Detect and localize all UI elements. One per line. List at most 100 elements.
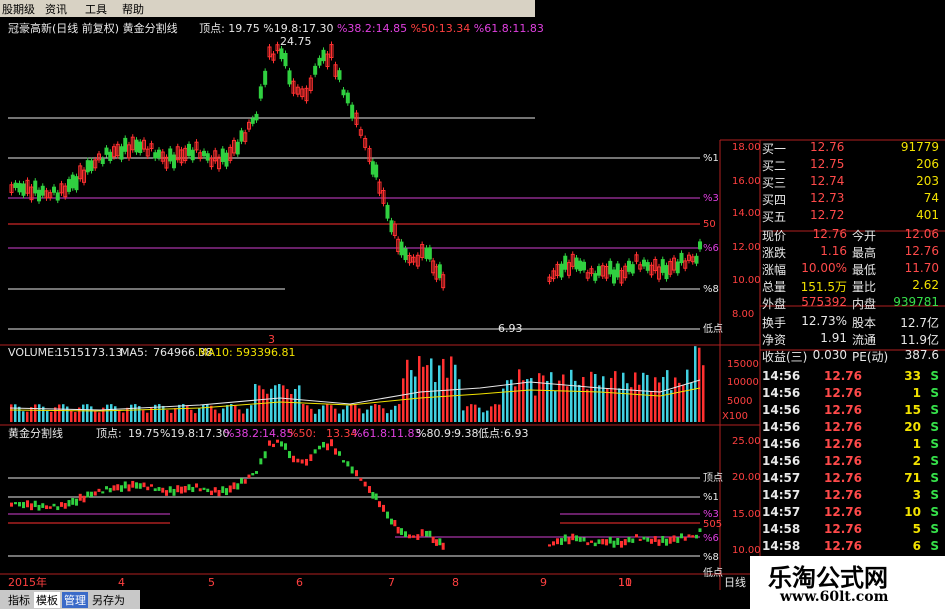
volume-bar: [246, 408, 249, 422]
volume-bar: [418, 356, 421, 422]
sub-candle-body: [374, 493, 378, 500]
main-right-mark: %8: [703, 284, 719, 295]
x-axis-label: 8: [452, 576, 459, 589]
tick-price: 12.76: [824, 539, 862, 553]
tick-row: 14:57 12.76 71 S: [760, 471, 945, 488]
tick-time: 14:57: [762, 488, 801, 502]
volume-bar: [30, 407, 33, 422]
volume-bar: [686, 369, 689, 422]
stat-value-2: 12.06: [904, 227, 939, 241]
sub-candle-body: [272, 443, 275, 448]
volume-bar: [438, 365, 441, 422]
volume-bar: [622, 372, 625, 422]
sub-candle-body: [608, 536, 612, 544]
tick-price: 12.76: [824, 471, 862, 485]
tab-indicator[interactable]: 指标: [8, 592, 30, 608]
candle-body: [220, 148, 225, 162]
low-price-label: 6.93: [498, 322, 523, 335]
sub-y-tick: 25.00: [732, 436, 761, 447]
main-right-mark: %6: [703, 243, 719, 254]
menu-item-info[interactable]: 资讯: [45, 1, 67, 17]
sub-candle-body: [612, 540, 616, 548]
candle-body: [85, 160, 90, 173]
volume-bar: [578, 384, 581, 422]
candle-body: [287, 70, 292, 85]
bid-price: 12.73: [810, 191, 845, 205]
volume-bar: [650, 391, 653, 422]
candle-body: [250, 118, 255, 124]
volume-bar: [62, 404, 65, 422]
tick-price: 12.76: [824, 505, 862, 519]
sub-level-value: 9.38: [454, 427, 479, 440]
sub-candle-body: [326, 443, 329, 451]
menu-item-help[interactable]: 帮助: [122, 1, 144, 17]
tick-volume: 2: [912, 454, 921, 468]
candle-body: [350, 104, 355, 119]
sub-y-tick: 15.00: [732, 509, 761, 520]
candle-body: [279, 48, 284, 60]
menu-item-tools[interactable]: 工具: [85, 1, 107, 17]
tick-price: 12.76: [824, 403, 862, 417]
volume-bar: [450, 356, 453, 422]
sub-candle-body: [400, 528, 403, 535]
sub-candle-body: [623, 539, 627, 546]
volume-bar: [74, 412, 77, 422]
sub-candle-body: [138, 483, 142, 489]
sub-candle-body: [142, 482, 146, 488]
sub-level-label: %50:: [288, 427, 316, 440]
sub-candle-body: [213, 487, 217, 493]
candle-body: [104, 147, 109, 155]
volume-bar: [234, 405, 237, 422]
tab-manage[interactable]: 管理: [62, 592, 88, 608]
volume-bar: [542, 375, 545, 422]
tab-save-as[interactable]: 另存为: [92, 592, 125, 608]
volume-bar: [310, 408, 313, 422]
volume-bar: [330, 405, 333, 422]
volume-bar: [290, 393, 293, 422]
tick-volume: 5: [912, 522, 921, 536]
tick-side: S: [930, 437, 939, 451]
sub-candle-body: [284, 443, 287, 450]
volume-bar: [38, 404, 41, 422]
sub-candle-body: [296, 458, 300, 463]
sub-candle-body: [650, 538, 653, 544]
volume-bar: [670, 390, 673, 422]
candle-body: [427, 247, 432, 260]
volume-bar: [702, 365, 705, 422]
volume-bar: [306, 405, 309, 422]
menu-item-stock[interactable]: 股期级: [2, 1, 35, 17]
sub-candle-body: [228, 485, 232, 493]
sub-candle-body: [161, 487, 165, 493]
sub-candle-body: [217, 490, 221, 497]
volume-bar: [602, 376, 605, 422]
main-y-tick: 16.00: [732, 176, 761, 187]
candle-body: [345, 92, 350, 104]
sub-candle-body: [646, 537, 650, 542]
candle-body: [675, 261, 680, 274]
tab-template[interactable]: 模板: [34, 592, 60, 608]
bid-volume: 203: [916, 174, 939, 188]
sub-candle-body: [14, 502, 17, 505]
sub-candle-body: [195, 483, 198, 488]
sub-candle-body: [593, 542, 597, 547]
marker-3: 3: [268, 333, 275, 346]
candle-body: [100, 158, 105, 165]
candle-body: [74, 176, 79, 191]
stat-label-1: 换手: [762, 316, 787, 330]
stat-row: 收益(三) 0.030 PE(动) 387.6: [760, 348, 945, 365]
volume-y-tick: 15000: [727, 359, 759, 370]
sub-candle-body: [396, 526, 400, 534]
sub-candle-body: [276, 439, 279, 443]
volume-bar: [526, 379, 529, 422]
volume-y-tick: 5000: [727, 396, 752, 407]
volume-bar: [566, 386, 569, 422]
candle-body: [559, 263, 564, 278]
volume-bar: [34, 404, 37, 422]
main-chart-info: 冠豪高新(日线 前复权) 黄金分割线 顶点: 19.75 %19.8:17.30…: [8, 20, 544, 35]
sub-candle-body: [48, 506, 52, 509]
sub-candle-body: [334, 448, 337, 455]
tick-row: 14:57 12.76 10 S: [760, 505, 945, 522]
tick-row: 14:56 12.76 20 S: [760, 420, 945, 437]
volume-bar: [254, 384, 257, 422]
sub-candle-body: [259, 458, 263, 465]
